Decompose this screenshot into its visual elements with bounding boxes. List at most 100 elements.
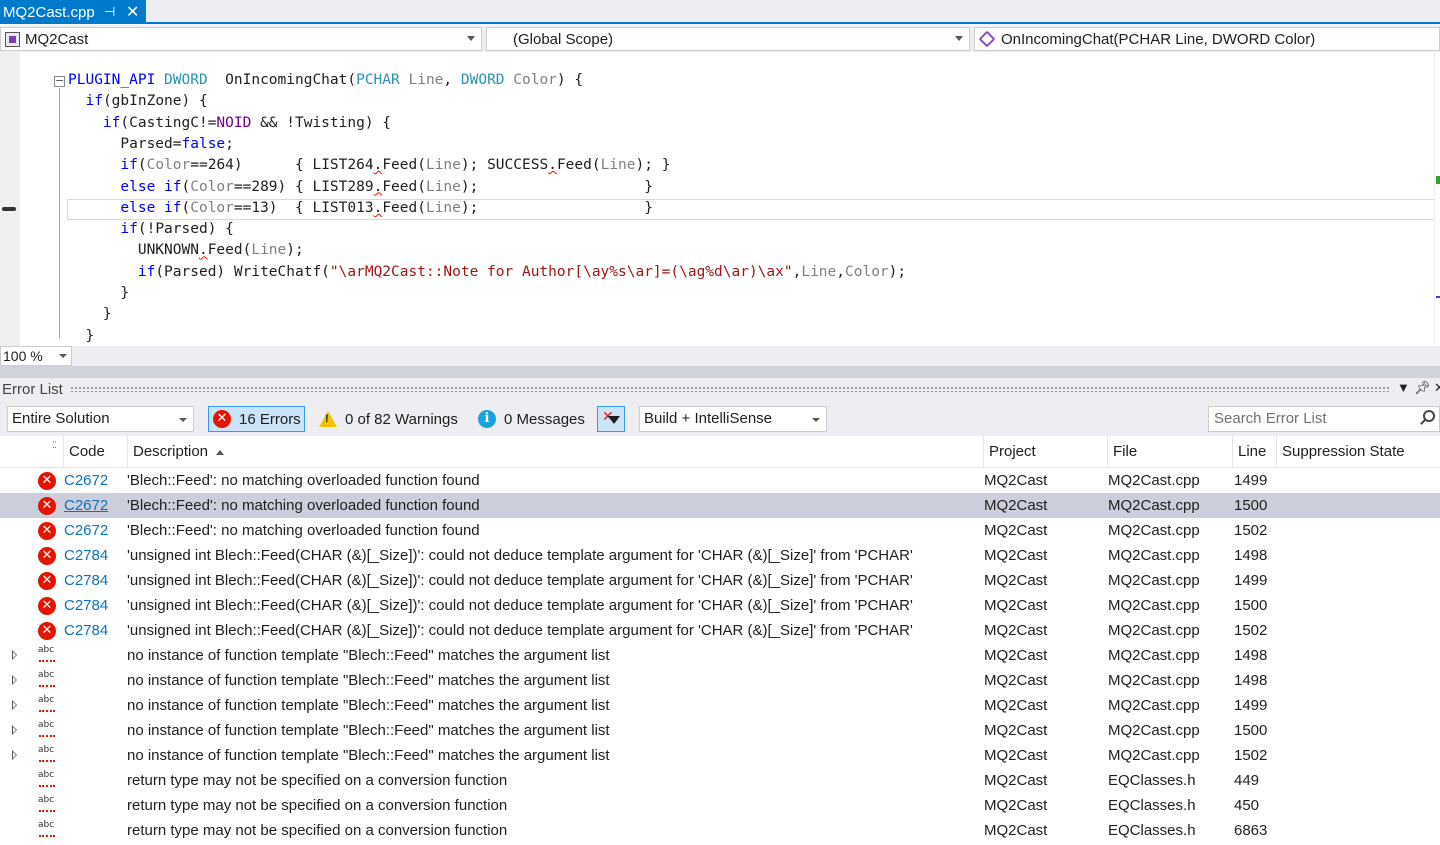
error-code-link[interactable]: C2784 [64,618,126,643]
intellisense-error-icon: abc [38,821,58,837]
error-code-link[interactable] [64,693,126,718]
expand-icon[interactable] [12,650,17,660]
error-code-link[interactable]: C2784 [64,568,126,593]
table-row[interactable]: abc no instance of function template "Ble… [0,718,1440,743]
code-line[interactable]: Parsed=false; [68,134,234,155]
table-row[interactable]: abc no instance of function template "Ble… [0,668,1440,693]
expand-icon[interactable] [12,675,17,685]
error-project: MQ2Cast [984,497,1048,514]
column-header-file[interactable]: File [1107,436,1232,468]
error-description: 'unsigned int Blech::Feed(CHAR (&)[_Size… [127,572,913,589]
error-code-link[interactable] [64,818,126,843]
search-error-list-input[interactable]: Search Error List [1208,406,1440,432]
error-description: 'unsigned int Blech::Feed(CHAR (&)[_Size… [127,547,913,564]
scope-dropdown[interactable]: (Global Scope) [486,27,970,51]
document-tab-mq2cast[interactable]: MQ2Cast.cpp ⊣ ✕ [0,0,146,24]
error-code-link[interactable]: C2672 [64,518,126,543]
expand-icon[interactable] [12,750,17,760]
table-row[interactable]: ✕ C2672 'Blech::Feed': no matching overloa… [0,493,1440,518]
code-line[interactable]: if(!Parsed) { [68,219,234,240]
close-icon[interactable]: ✕ [1434,380,1440,396]
error-code-link[interactable] [64,718,126,743]
expand-icon[interactable] [12,725,17,735]
table-row[interactable]: abc return type may not be specified on a… [0,818,1440,843]
member-dropdown[interactable]: OnIncomingChat(PCHAR Line, DWORD Color) [974,27,1440,51]
table-row[interactable]: ✕ C2784'unsigned int Blech::Feed(CHAR (&)… [0,618,1440,643]
error-code-link[interactable] [64,643,126,668]
table-row[interactable]: ✕ C2784'unsigned int Blech::Feed(CHAR (&)… [0,543,1440,568]
table-row[interactable]: ✕ C2784'unsigned int Blech::Feed(CHAR (&)… [0,568,1440,593]
error-description: return type may not be specified on a co… [127,772,508,789]
error-code-link[interactable]: C2672 [64,493,126,518]
code-line[interactable]: } [68,304,112,325]
code-line[interactable]: UNKNOWN.Feed(Line); [68,240,304,261]
code-line[interactable]: } [68,326,94,347]
chevron-down-icon [179,418,187,422]
code-editor[interactable]: − PLUGIN_API DWORD OnIncomingChat(PCHAR … [0,52,1440,346]
code-line[interactable]: if(Color==264) { LIST264.Feed(Line); SUC… [68,155,670,176]
error-line: 1500 [1234,722,1268,739]
zoom-dropdown[interactable]: 100 % [0,346,72,366]
column-options-icon[interactable]: ⁚⁚ [52,440,57,451]
window-menu-icon[interactable]: ▼ [1397,380,1410,395]
warnings-toggle-button[interactable]: ! 0 of 82 Warnings [315,406,465,432]
error-description: 'Blech::Feed': no matching overloaded fu… [127,522,480,539]
code-line[interactable]: if(gbInZone) { [68,91,207,112]
build-filter-dropdown[interactable]: Build + IntelliSense [639,406,827,432]
column-header-project[interactable]: Project [983,436,1107,468]
error-code-link[interactable] [64,768,126,793]
error-code-link[interactable] [64,793,126,818]
table-row[interactable]: ✕ C2672 'Blech::Feed': no matching overloa… [0,518,1440,543]
close-icon[interactable]: ✕ [126,2,139,22]
table-row[interactable]: abc no instance of function template "Ble… [0,643,1440,668]
table-row[interactable]: ✕ C2672 'Blech::Feed': no matching overloa… [0,468,1440,493]
table-row[interactable]: ✕ C2784'unsigned int Blech::Feed(CHAR (&)… [0,593,1440,618]
code-line[interactable]: if(Parsed) WriteChatf("\arMQ2Cast::Note … [68,262,906,283]
code-line[interactable]: } [68,283,129,304]
error-code-link[interactable]: C2672 [64,468,126,493]
chevron-down-icon [467,36,475,41]
column-header-description[interactable]: Description [127,436,983,468]
error-file: MQ2Cast.cpp [1108,622,1200,639]
errors-toggle-button[interactable]: ✕ 16 Errors [208,406,305,432]
error-code-link[interactable] [64,668,126,693]
error-project: MQ2Cast [984,622,1048,639]
code-line[interactable]: else if(Color==289) { LIST289.Feed(Line)… [68,177,653,198]
pin-icon[interactable]: 📌︎ [1414,380,1431,396]
error-list-titlebar: Error List ▼ 📌︎ ✕ [0,378,1440,402]
code-line[interactable]: if(CastingC!=NOID && !Twisting) { [68,113,391,134]
error-line: 1499 [1234,697,1268,714]
error-line: 1498 [1234,647,1268,664]
table-row[interactable]: abc no instance of function template "Ble… [0,743,1440,768]
error-code-link[interactable]: C2784 [64,543,126,568]
pin-icon[interactable]: ⊣ [104,4,115,20]
expand-icon[interactable] [12,700,17,710]
error-code-link[interactable]: C2784 [64,593,126,618]
drag-grip[interactable] [70,386,1390,392]
column-header-line[interactable]: Line [1232,436,1276,468]
column-header-code[interactable]: Code [63,436,127,468]
error-list-grid[interactable]: ⁚⁚ Code Description Project File Line Su… [0,436,1440,845]
search-icon[interactable] [1423,410,1435,422]
table-row[interactable]: abc return type may not be specified on a… [0,768,1440,793]
vertical-scrollbar[interactable] [1434,52,1440,346]
error-file: MQ2Cast.cpp [1108,647,1200,664]
table-row[interactable]: abc no instance of function template "Ble… [0,693,1440,718]
panel-splitter[interactable] [0,366,1440,378]
column-header-suppression-state[interactable]: Suppression State [1276,436,1440,468]
code-line[interactable]: PLUGIN_API DWORD OnIncomingChat(PCHAR Li… [68,70,583,91]
error-file: MQ2Cast.cpp [1108,497,1200,514]
filter-button[interactable]: ✕ [597,406,625,432]
project-dropdown[interactable]: MQ2Cast [0,27,482,51]
table-row[interactable]: abc return type may not be specified on a… [0,793,1440,818]
scope-filter-dropdown[interactable]: Entire Solution [7,406,194,432]
code-line[interactable]: else if(Color==13) { LIST013.Feed(Line);… [68,198,653,219]
error-icon: ✕ [38,522,56,540]
project-dropdown-value: MQ2Cast [25,30,89,48]
indicator-margin[interactable] [0,52,20,346]
messages-toggle-button[interactable]: i 0 Messages [474,406,589,432]
caret-marker [1436,296,1440,298]
error-code-link[interactable] [64,743,126,768]
code-text-area[interactable]: − PLUGIN_API DWORD OnIncomingChat(PCHAR … [20,52,1440,347]
outline-collapse-icon[interactable]: − [54,75,65,87]
